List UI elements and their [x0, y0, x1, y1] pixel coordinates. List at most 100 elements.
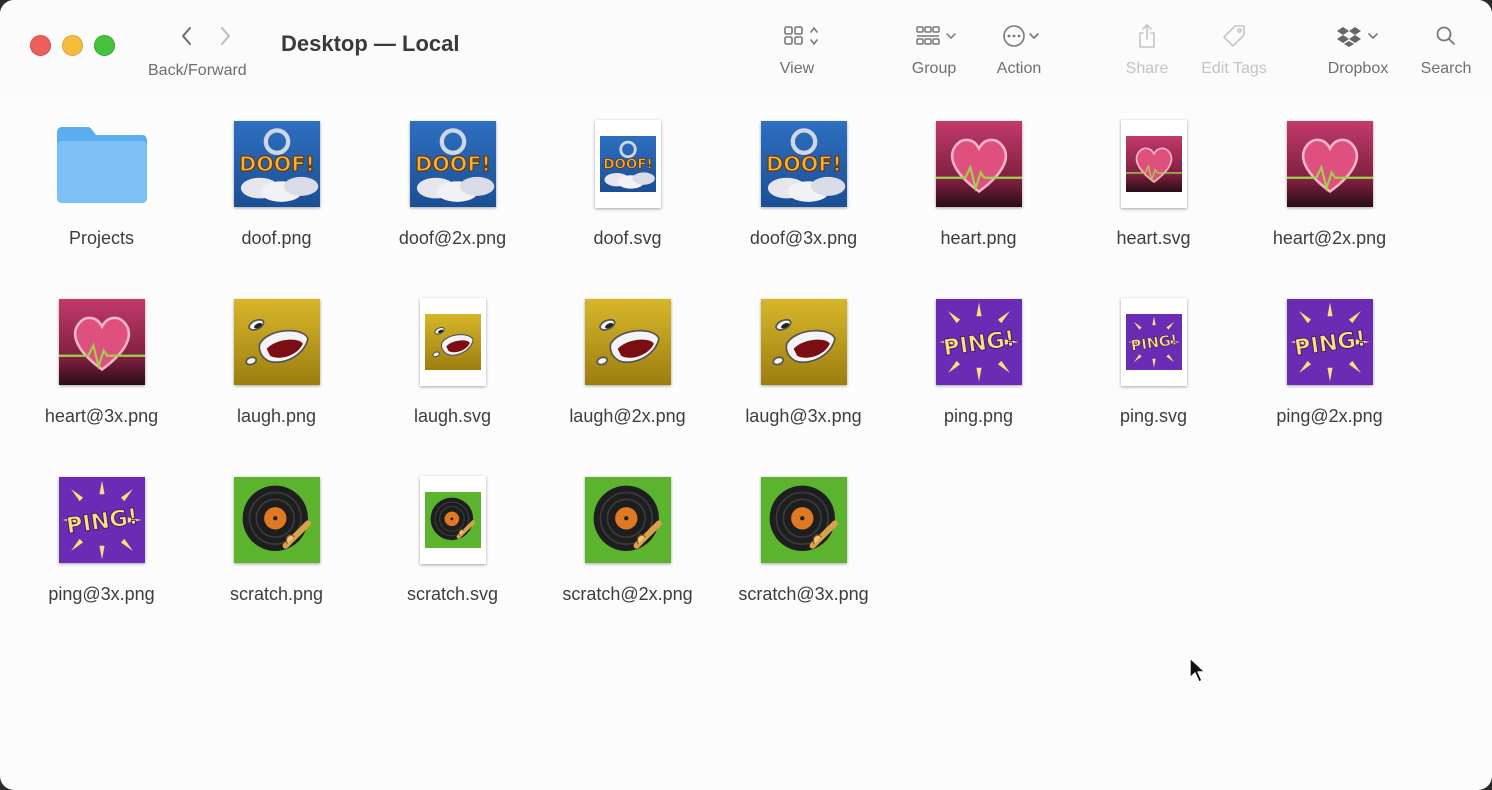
- file-item[interactable]: DOOF! doof@3x.png: [716, 114, 891, 249]
- file-name: heart@3x.png: [44, 406, 159, 426]
- share-label: Share: [1125, 60, 1169, 77]
- doof-art-icon: DOOF!: [599, 136, 656, 192]
- chevron-left-icon: [182, 27, 191, 45]
- file-item[interactable]: heart@2x.png: [1242, 114, 1417, 249]
- file-name: doof@2x.png: [398, 228, 507, 248]
- forward-button[interactable]: [212, 22, 238, 50]
- scratch-art-icon: [584, 477, 671, 563]
- image-thumbnail: [233, 477, 320, 563]
- image-thumbnail: PING!: [1286, 299, 1373, 385]
- file-item[interactable]: PING! ping@2x.png: [1242, 292, 1417, 427]
- folder-item[interactable]: Projects: [14, 114, 189, 249]
- close-window-button[interactable]: [30, 35, 51, 56]
- dropbox-button[interactable]: Dropbox: [1320, 18, 1396, 78]
- back-button[interactable]: [174, 22, 200, 50]
- dropbox-label: Dropbox: [1327, 60, 1389, 77]
- file-item[interactable]: heart@3x.png: [14, 292, 189, 427]
- ellipsis-circle-icon: [1003, 25, 1039, 47]
- file-item[interactable]: DOOF! doof.svg: [540, 114, 715, 249]
- svg-document-icon: DOOF!: [594, 120, 661, 208]
- file-item[interactable]: PING! ping@3x.png: [14, 470, 189, 605]
- file-name: ping@3x.png: [48, 584, 155, 604]
- laugh-art-icon: [760, 299, 847, 385]
- view-button[interactable]: View: [764, 18, 830, 78]
- action-button[interactable]: Action: [986, 18, 1052, 78]
- svg-text:DOOF!: DOOF!: [603, 157, 652, 172]
- action-label: Action: [996, 60, 1042, 77]
- finder-window: Back/Forward Desktop — Local View Group …: [0, 0, 1492, 790]
- file-name: scratch@2x.png: [562, 584, 693, 604]
- file-item[interactable]: heart.svg: [1066, 114, 1241, 249]
- scratch-art-icon: [424, 492, 481, 548]
- heart-art-icon: [935, 121, 1022, 207]
- ping-art-icon: PING!: [1125, 314, 1182, 370]
- svg-document-icon: [419, 476, 486, 564]
- share-button[interactable]: Share: [1118, 18, 1176, 78]
- file-item[interactable]: scratch.svg: [365, 470, 540, 605]
- group-grid-icon: [916, 26, 956, 45]
- file-name: Projects: [68, 228, 135, 248]
- svg-document-icon: [419, 298, 486, 386]
- search-icon: [1436, 26, 1455, 45]
- back-forward-label: Back/Forward: [148, 62, 247, 79]
- svg-document-icon: [1120, 120, 1187, 208]
- file-item[interactable]: PING! ping.svg: [1066, 292, 1241, 427]
- group-button[interactable]: Group: [900, 18, 968, 78]
- doof-art-icon: DOOF!: [409, 121, 496, 207]
- window-title: Desktop — Local: [281, 31, 460, 56]
- file-name: laugh.svg: [413, 406, 492, 426]
- file-item[interactable]: laugh@2x.png: [540, 292, 715, 427]
- file-item[interactable]: DOOF! doof@2x.png: [365, 114, 540, 249]
- file-name: ping@2x.png: [1276, 406, 1383, 426]
- image-thumbnail: [233, 299, 320, 385]
- image-thumbnail: DOOF!: [233, 121, 320, 207]
- file-icon-grid: Projects DOOF! doof.png DOOF! doof@2x.pn…: [0, 100, 1492, 790]
- file-item[interactable]: scratch@3x.png: [716, 470, 891, 605]
- file-item[interactable]: heart.png: [891, 114, 1066, 249]
- laugh-art-icon: [584, 299, 671, 385]
- view-label: View: [779, 60, 815, 77]
- image-thumbnail: DOOF!: [409, 121, 496, 207]
- file-name: ping.png: [943, 406, 1014, 426]
- file-name: scratch.svg: [406, 584, 499, 604]
- heart-art-icon: [58, 299, 145, 385]
- file-item[interactable]: scratch.png: [189, 470, 364, 605]
- doof-art-icon: DOOF!: [760, 121, 847, 207]
- image-thumbnail: [935, 121, 1022, 207]
- toolbar: Back/Forward Desktop — Local View Group …: [0, 0, 1492, 100]
- zoom-window-button[interactable]: [94, 35, 115, 56]
- folder-icon: [56, 127, 147, 203]
- file-item[interactable]: DOOF! doof.png: [189, 114, 364, 249]
- file-name: laugh@2x.png: [569, 406, 686, 426]
- file-name: heart@2x.png: [1272, 228, 1387, 248]
- edit-tags-button[interactable]: Edit Tags: [1192, 18, 1276, 78]
- file-name: ping.svg: [1119, 406, 1188, 426]
- file-item[interactable]: laugh.png: [189, 292, 364, 427]
- image-thumbnail: PING!: [935, 299, 1022, 385]
- file-item[interactable]: PING! ping.png: [891, 292, 1066, 427]
- share-icon: [1139, 24, 1155, 48]
- file-item[interactable]: scratch@2x.png: [540, 470, 715, 605]
- image-thumbnail: DOOF!: [760, 121, 847, 207]
- ping-art-icon: PING!: [58, 477, 145, 563]
- file-name: doof@3x.png: [749, 228, 858, 248]
- minimize-window-button[interactable]: [62, 35, 83, 56]
- image-thumbnail: PING!: [58, 477, 145, 563]
- file-item[interactable]: laugh.svg: [365, 292, 540, 427]
- scratch-art-icon: [760, 477, 847, 563]
- file-name: heart.png: [940, 228, 1017, 248]
- file-item[interactable]: laugh@3x.png: [716, 292, 891, 427]
- heart-art-icon: [1125, 136, 1182, 192]
- image-thumbnail: [584, 477, 671, 563]
- file-name: doof.svg: [593, 228, 662, 248]
- ping-art-icon: PING!: [935, 299, 1022, 385]
- ping-art-icon: PING!: [1286, 299, 1373, 385]
- icon-grid-view-icon: [784, 26, 818, 45]
- image-thumbnail: [1286, 121, 1373, 207]
- file-name: laugh@3x.png: [745, 406, 862, 426]
- file-name: scratch.png: [229, 584, 324, 604]
- search-button[interactable]: Search: [1414, 18, 1478, 78]
- image-thumbnail: [760, 477, 847, 563]
- file-name: scratch@3x.png: [738, 584, 869, 604]
- doof-art-icon: DOOF!: [233, 121, 320, 207]
